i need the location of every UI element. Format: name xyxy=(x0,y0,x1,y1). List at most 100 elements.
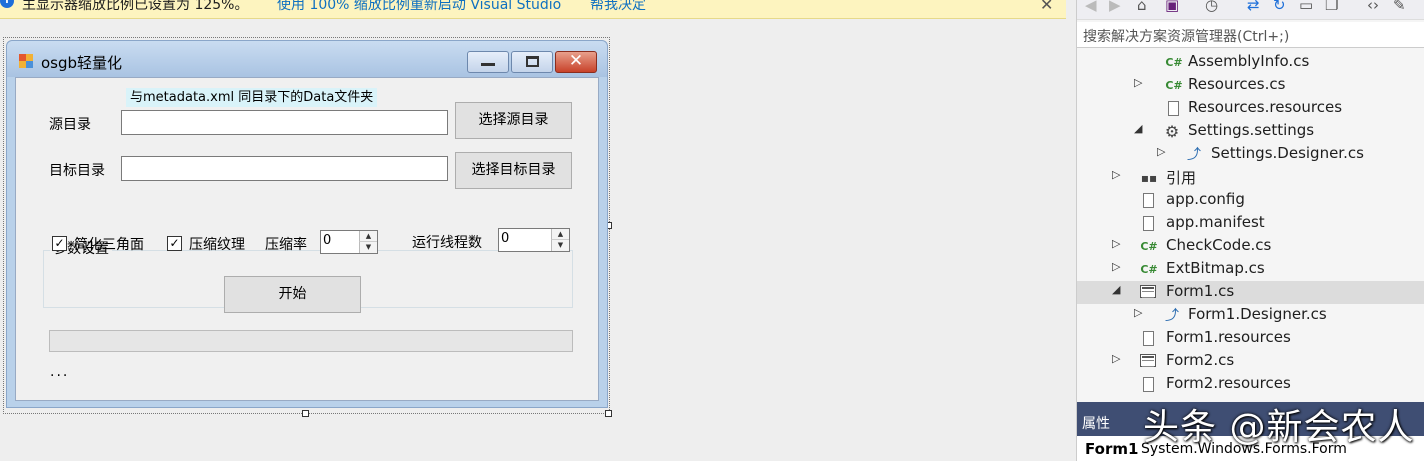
tree-item[interactable]: Resources.resources xyxy=(1077,97,1424,120)
form-icon xyxy=(1140,285,1156,298)
expand-arrow-icon[interactable]: ▷ xyxy=(1112,237,1120,250)
close-button[interactable]: ✕ xyxy=(555,51,597,73)
back-icon[interactable]: ◀ xyxy=(1085,0,1097,14)
search-placeholder: 搜索解决方案资源管理器(Ctrl+;) xyxy=(1083,29,1290,45)
maximize-icon xyxy=(526,56,539,67)
spin-down-icon[interactable]: ▼ xyxy=(551,240,569,251)
csharp-file-icon: C# xyxy=(1140,240,1158,253)
compress-texture-checkbox[interactable]: ✓ xyxy=(167,236,182,251)
form-title-bar[interactable]: osgb轻量化 ✕ xyxy=(7,41,607,77)
tree-item[interactable]: ▷ C# Resources.cs xyxy=(1077,74,1424,97)
expand-arrow-icon[interactable]: ▷ xyxy=(1112,352,1120,365)
tree-item-label: Settings.Designer.cs xyxy=(1211,144,1364,162)
expand-arrow-icon[interactable]: ▷ xyxy=(1134,76,1142,89)
status-label: ... xyxy=(50,364,70,380)
app-icon xyxy=(19,54,33,68)
tree-item[interactable]: ▷ C# ExtBitmap.cs xyxy=(1077,258,1424,281)
source-dir-input[interactable] xyxy=(121,110,448,135)
compression-ratio-label: 压缩率 xyxy=(265,237,307,253)
help-me-decide-link[interactable]: 帮我决定 xyxy=(590,0,646,14)
collapse-arrow-icon[interactable]: ◢ xyxy=(1112,283,1120,296)
collapse-arrow-icon[interactable]: ◢ xyxy=(1134,122,1142,135)
expand-arrow-icon[interactable]: ▷ xyxy=(1134,306,1142,319)
solution-toolbar: ◀ ▶ ⌂ ▣ ◷ ⇄ ↻ ▭ ❐ ‹› ✎ xyxy=(1077,0,1424,20)
show-all-files-icon[interactable]: ❐ xyxy=(1325,0,1338,14)
start-button[interactable]: 开始 xyxy=(224,276,361,313)
spin-down-icon[interactable]: ▼ xyxy=(359,242,377,253)
spin-up-icon[interactable]: ▲ xyxy=(359,231,377,242)
tree-item-label: Resources.cs xyxy=(1188,75,1286,93)
refresh-icon[interactable]: ↻ xyxy=(1273,0,1286,14)
tree-item[interactable]: app.config xyxy=(1077,189,1424,212)
designer-file-icon: ⤴ xyxy=(1165,308,1179,324)
restart-at-100-link[interactable]: 使用 100% 缩放比例重新启动 Visual Studio xyxy=(277,0,561,14)
tree-item-label: Form1.resources xyxy=(1166,328,1291,346)
source-hint-label: 与metadata.xml 同目录下的Data文件夹 xyxy=(126,88,378,107)
tree-item[interactable]: app.manifest xyxy=(1077,212,1424,235)
tree-item[interactable]: ▷ ⤴ Settings.Designer.cs xyxy=(1077,143,1424,166)
tree-item-label: 引用 xyxy=(1166,169,1197,187)
expand-arrow-icon[interactable]: ▷ xyxy=(1112,168,1120,181)
close-icon: ✕ xyxy=(568,51,584,71)
form-icon xyxy=(1140,354,1156,367)
tree-item-label: AssemblyInfo.cs xyxy=(1188,52,1310,70)
sync-icon[interactable]: ⇄ xyxy=(1247,0,1260,14)
close-info-bar-icon[interactable]: ✕ xyxy=(1040,0,1053,14)
simplify-label[interactable]: 简化三角面 xyxy=(74,234,144,254)
tree-item[interactable]: ◢ ⚙ Settings.settings xyxy=(1077,120,1424,143)
minimize-button[interactable] xyxy=(467,51,509,73)
tree-item-label: CheckCode.cs xyxy=(1166,236,1272,254)
maximize-button[interactable] xyxy=(511,51,553,73)
tree-item-label: Form1.cs xyxy=(1166,282,1235,300)
collapse-all-icon[interactable]: ▭ xyxy=(1299,0,1313,14)
tree-item[interactable]: ▷ ▪▪ 引用 xyxy=(1077,166,1424,189)
file-icon xyxy=(1143,377,1154,392)
tree-item-selected[interactable]: ◢ Form1.cs xyxy=(1077,281,1424,304)
minimize-icon xyxy=(481,63,495,66)
target-dir-label: 目标目录 xyxy=(49,163,105,179)
solution-tree: C# AssemblyInfo.cs ▷ C# Resources.cs Res… xyxy=(1077,50,1424,400)
tree-item-label: Form2.resources xyxy=(1166,374,1291,392)
expand-arrow-icon[interactable]: ▷ xyxy=(1112,260,1120,273)
home-icon[interactable]: ⌂ xyxy=(1137,0,1147,14)
info-icon: i xyxy=(0,0,14,8)
target-dir-input[interactable] xyxy=(121,156,448,181)
expand-arrow-icon[interactable]: ▷ xyxy=(1157,145,1165,158)
solution-search-box[interactable]: 搜索解决方案资源管理器(Ctrl+;) xyxy=(1077,22,1424,48)
info-bar: i 主显示器缩放比例已设置为 125%。 使用 100% 缩放比例重新启动 Vi… xyxy=(0,0,1066,19)
config-file-icon xyxy=(1143,193,1154,208)
select-source-button[interactable]: 选择源目录 xyxy=(455,102,572,139)
properties-object-name: Form1 xyxy=(1085,440,1139,458)
tree-item[interactable]: ▷ Form2.cs xyxy=(1077,350,1424,373)
tree-item[interactable]: Form1.resources xyxy=(1077,327,1424,350)
compress-texture-label[interactable]: 压缩纹理 xyxy=(189,234,245,254)
compression-ratio-spinner[interactable]: 0 ▲ ▼ xyxy=(320,230,378,254)
spin-up-icon[interactable]: ▲ xyxy=(551,229,569,240)
tree-item[interactable]: C# AssemblyInfo.cs xyxy=(1077,51,1424,74)
thread-count-spinner[interactable]: 0 ▲ ▼ xyxy=(498,228,570,252)
tree-item[interactable]: Form2.resources xyxy=(1077,373,1424,396)
info-bar-message: 主显示器缩放比例已设置为 125%。 xyxy=(22,0,249,13)
history-icon[interactable]: ◷ xyxy=(1205,0,1218,14)
file-icon xyxy=(1168,101,1179,116)
tree-item-label: app.manifest xyxy=(1166,213,1265,231)
resize-handle-bottom[interactable] xyxy=(302,410,309,417)
references-icon: ▪▪ xyxy=(1140,171,1158,185)
resize-handle-corner[interactable] xyxy=(605,410,612,417)
settings-icon: ⚙ xyxy=(1164,122,1180,141)
thread-count-value: 0 xyxy=(501,231,510,246)
tree-item[interactable]: ▷ C# CheckCode.cs xyxy=(1077,235,1424,258)
select-target-button[interactable]: 选择目标目录 xyxy=(455,152,572,189)
simplify-checkbox[interactable]: ✓ xyxy=(52,236,67,251)
code-view-icon[interactable]: ‹› xyxy=(1367,0,1379,14)
vs-solution-icon[interactable]: ▣ xyxy=(1165,0,1179,14)
form-client-area: 与metadata.xml 同目录下的Data文件夹 源目录 选择源目录 目标目… xyxy=(15,77,599,401)
csharp-file-icon: C# xyxy=(1165,79,1183,92)
form-window[interactable]: osgb轻量化 ✕ 与metadata.xml 同目录下的Data文件夹 源目录… xyxy=(6,40,608,408)
properties-wrench-icon[interactable]: ✎ xyxy=(1393,0,1406,14)
forward-icon[interactable]: ▶ xyxy=(1109,0,1121,14)
file-icon xyxy=(1143,331,1154,346)
source-dir-label: 源目录 xyxy=(49,117,91,133)
tree-item-label: ExtBitmap.cs xyxy=(1166,259,1265,277)
tree-item[interactable]: ▷ ⤴ Form1.Designer.cs xyxy=(1077,304,1424,327)
